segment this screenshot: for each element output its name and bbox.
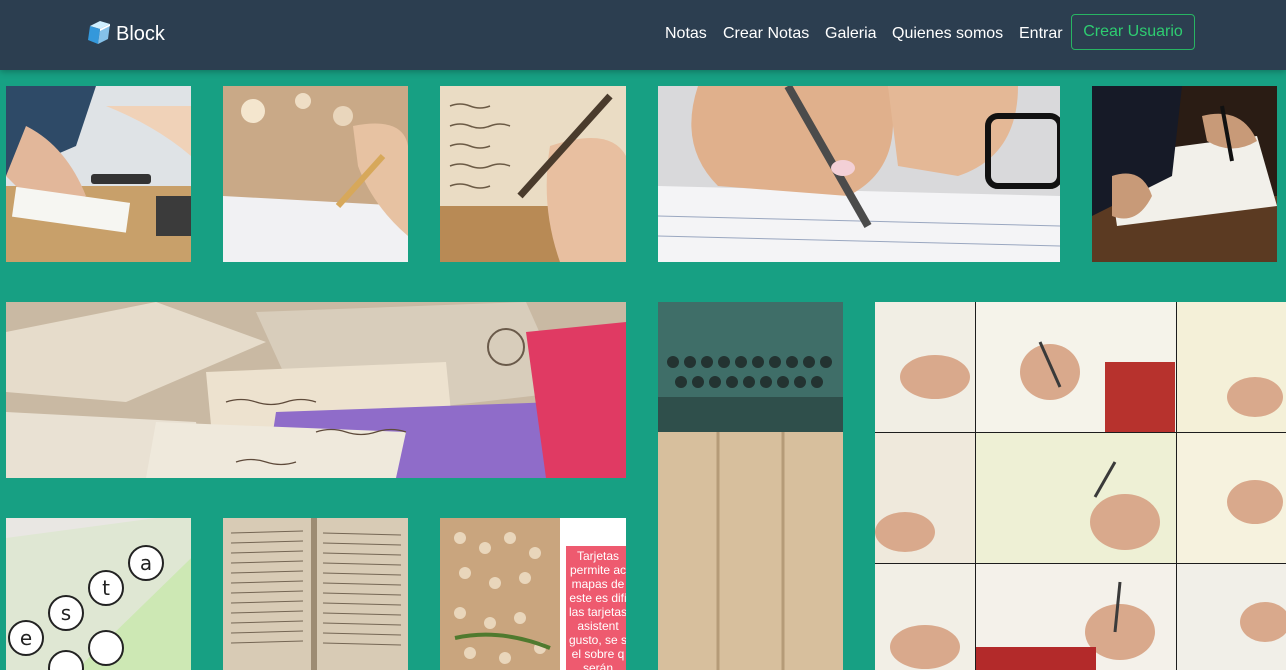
nav-link-crear-notas[interactable]: Crear Notas (723, 25, 809, 43)
gallery-image-pencil-writing[interactable] (223, 86, 408, 262)
svg-text:a: a (140, 551, 152, 575)
svg-text:e: e (20, 626, 32, 650)
nav-link-quienes-somos[interactable]: Quienes somos (892, 25, 1003, 43)
gallery-image-notebook-writing[interactable] (658, 86, 1060, 262)
gallery-image-typewriter-wood[interactable] (658, 302, 843, 670)
gallery-image-letters-circles[interactable]: e s t a (6, 518, 191, 670)
gallery-image-hands-writing-collage[interactable] (875, 302, 1286, 670)
navbar: Block Notas Crear Notas Galeria Quienes … (0, 0, 1286, 70)
brand[interactable]: Block (86, 20, 165, 48)
svg-text:t: t (102, 576, 110, 600)
svg-text:s: s (61, 601, 71, 625)
nav-link-notas[interactable]: Notas (665, 25, 707, 43)
gallery-image-suit-signing[interactable] (1092, 86, 1277, 262)
card-caption: Tarjetas permite ac mapas de este es dif… (568, 549, 626, 670)
gallery-image-classroom-writing[interactable] (6, 86, 191, 262)
gallery-image-old-manuscript[interactable] (223, 518, 408, 670)
nav-link-entrar[interactable]: Entrar (1019, 25, 1063, 43)
gallery-image-fountain-pen[interactable] (440, 86, 626, 262)
nav-link-galeria[interactable]: Galeria (825, 25, 877, 43)
gallery-image-letters-envelopes[interactable] (6, 302, 626, 478)
crear-usuario-button[interactable]: Crear Usuario (1071, 14, 1195, 50)
book-icon (86, 18, 114, 51)
gallery-image-laser-cut-card[interactable]: Tarjetas permite ac mapas de este es dif… (440, 518, 626, 670)
brand-name: Block (116, 22, 165, 45)
